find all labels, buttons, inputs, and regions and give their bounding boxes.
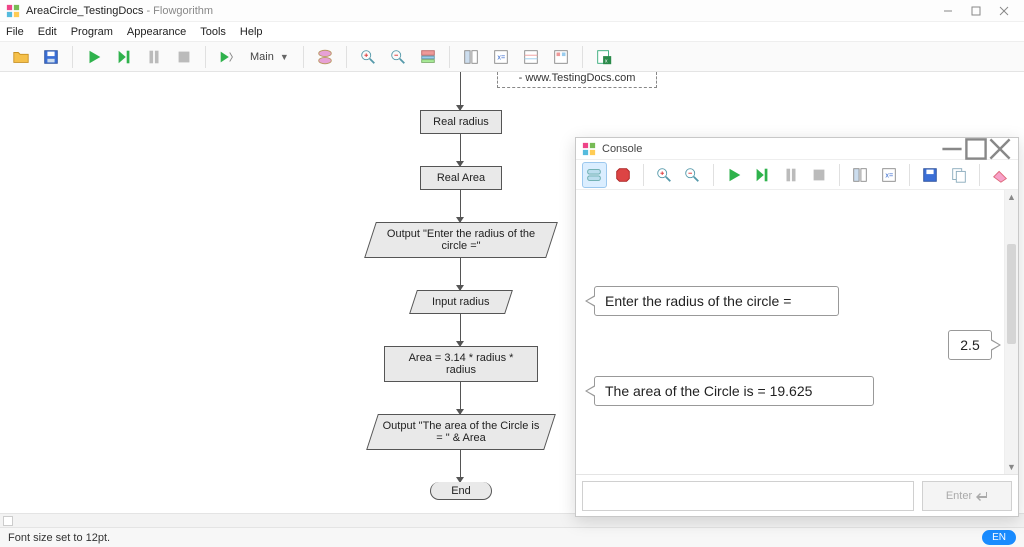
svg-text:x: x	[605, 58, 608, 64]
console-save-button[interactable]	[918, 162, 942, 188]
language-pill[interactable]: EN	[982, 530, 1016, 545]
svg-text:x=: x=	[885, 170, 893, 179]
status-text: Font size set to 12pt.	[8, 532, 110, 544]
variables-button[interactable]: x=	[488, 44, 514, 70]
menu-file[interactable]: File	[6, 26, 24, 38]
stop-button[interactable]	[171, 44, 197, 70]
flow-arrow	[460, 258, 461, 290]
console-step-button[interactable]	[750, 162, 774, 188]
input-node-radius[interactable]: Input radius	[409, 290, 513, 314]
shapes-button[interactable]	[312, 44, 338, 70]
scroll-thumb[interactable]	[1007, 244, 1016, 344]
console-view-button[interactable]	[582, 162, 607, 188]
console-window: Console x= Enter the radius of the circl…	[575, 137, 1019, 517]
panel4-button[interactable]	[548, 44, 574, 70]
console-body: Enter the radius of the circle = 2.5 The…	[576, 190, 1018, 474]
panel1-button[interactable]	[458, 44, 484, 70]
menu-tools[interactable]: Tools	[200, 26, 226, 38]
console-minimize-button[interactable]	[940, 141, 964, 157]
run-speed-button[interactable]	[214, 44, 240, 70]
app-logo-icon	[6, 4, 20, 18]
titlebar: AreaCircle_TestingDocs - Flowgorithm	[0, 0, 1024, 22]
flow-arrow	[460, 450, 461, 482]
console-input-bar: Enter	[576, 474, 1018, 516]
end-node[interactable]: End	[430, 482, 492, 500]
console-panel-button[interactable]	[848, 162, 872, 188]
document-title: AreaCircle_TestingDocs	[26, 5, 143, 17]
open-button[interactable]	[8, 44, 34, 70]
console-output-bubble: Enter the radius of the circle =	[594, 286, 839, 316]
run-button[interactable]	[81, 44, 107, 70]
save-button[interactable]	[38, 44, 64, 70]
console-run-button[interactable]	[722, 162, 746, 188]
zoom-out-button[interactable]	[385, 44, 411, 70]
flow-arrow	[460, 72, 461, 110]
scroll-up-icon[interactable]: ▲	[1005, 190, 1018, 204]
layout-button[interactable]	[415, 44, 441, 70]
assign-node-area[interactable]: Area = 3.14 * radius * radius	[384, 346, 538, 382]
console-output-bubble: The area of the Circle is = 19.625	[594, 376, 874, 406]
enter-icon	[976, 491, 988, 501]
menubar: File Edit Program Appearance Tools Help	[0, 22, 1024, 42]
maximize-button[interactable]	[962, 2, 990, 20]
menu-edit[interactable]: Edit	[38, 26, 57, 38]
declare-node-radius[interactable]: Real radius	[420, 110, 502, 134]
function-selector[interactable]: Main ▼	[244, 51, 295, 63]
zoom-in-button[interactable]	[355, 44, 381, 70]
console-titlebar[interactable]: Console	[576, 138, 1018, 160]
console-pause-button[interactable]	[778, 162, 802, 188]
menu-program[interactable]: Program	[71, 26, 113, 38]
step-button[interactable]	[111, 44, 137, 70]
scroll-down-icon[interactable]: ▼	[1005, 460, 1018, 474]
console-title: Console	[602, 143, 642, 155]
flow-arrow	[460, 134, 461, 166]
declare-node-area[interactable]: Real Area	[420, 166, 502, 190]
console-close-button[interactable]	[988, 141, 1012, 157]
pause-button[interactable]	[141, 44, 167, 70]
panel3-button[interactable]	[518, 44, 544, 70]
output-node-result[interactable]: Output "The area of the Circle is = " & …	[366, 414, 556, 450]
export-button[interactable]: x	[591, 44, 617, 70]
function-selector-label: Main	[250, 51, 274, 63]
console-enter-button: Enter	[922, 481, 1012, 511]
console-copy-button[interactable]	[946, 162, 970, 188]
app-name: - Flowgorithm	[143, 5, 213, 17]
console-stop-button[interactable]	[611, 162, 635, 188]
console-input-field[interactable]	[582, 481, 914, 511]
scroll-left-button[interactable]	[3, 516, 13, 526]
main-toolbar: Main ▼ x= x	[0, 42, 1024, 72]
console-toolbar: x=	[576, 160, 1018, 190]
console-vertical-scrollbar[interactable]: ▲ ▼	[1004, 190, 1018, 474]
console-clear-button[interactable]	[988, 162, 1012, 188]
flow-arrow	[460, 190, 461, 222]
minimize-button[interactable]	[934, 2, 962, 20]
console-zoom-out-button[interactable]	[680, 162, 704, 188]
flow-arrow	[460, 314, 461, 346]
output-node-prompt[interactable]: Output "Enter the radius of the circle =…	[364, 222, 558, 258]
comment-box[interactable]: - www.TestingDocs.com	[497, 72, 657, 88]
console-input-bubble: 2.5	[948, 330, 992, 360]
flow-arrow	[460, 382, 461, 414]
console-stop2-button[interactable]	[807, 162, 831, 188]
chevron-down-icon: ▼	[280, 52, 289, 62]
console-maximize-button[interactable]	[964, 141, 988, 157]
close-button[interactable]	[990, 2, 1018, 20]
statusbar: Font size set to 12pt. EN	[0, 527, 1024, 547]
console-zoom-in-button[interactable]	[652, 162, 676, 188]
menu-help[interactable]: Help	[240, 26, 263, 38]
console-icon	[582, 142, 596, 156]
svg-text:x=: x=	[497, 52, 505, 61]
console-variables-button[interactable]: x=	[877, 162, 901, 188]
menu-appearance[interactable]: Appearance	[127, 26, 186, 38]
